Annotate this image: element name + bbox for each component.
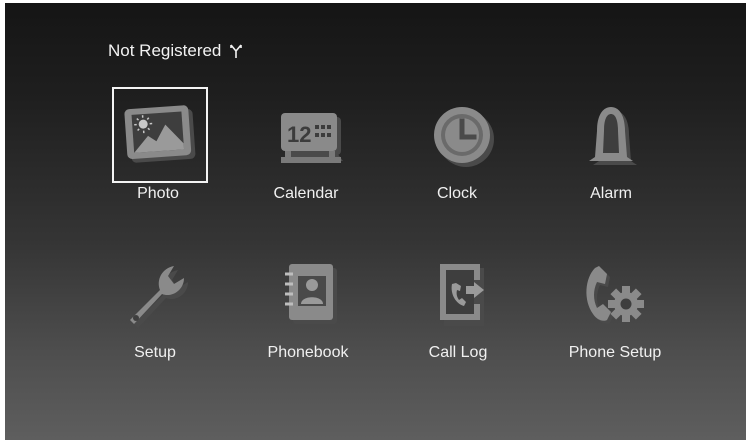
menu-item-label: Photo — [137, 185, 179, 202]
menu-item-alarm[interactable]: Alarm — [528, 87, 678, 215]
clock-icon — [422, 95, 502, 175]
wrench-icon — [120, 254, 200, 334]
menu-item-label: Call Log — [428, 344, 488, 361]
calendar-icon: 12 — [271, 95, 351, 175]
menu-item-phone-setup[interactable]: Phone Setup — [528, 246, 678, 374]
antenna-icon — [229, 43, 243, 59]
menu-item-label: Phonebook — [267, 344, 349, 361]
menu-item-label: Clock — [436, 185, 477, 202]
call-log-icon — [422, 254, 502, 334]
menu-item-phonebook[interactable]: Phonebook — [226, 246, 376, 374]
menu-item-setup[interactable]: Setup — [75, 246, 225, 374]
status-bar: Not Registered — [108, 39, 243, 63]
registration-status: Not Registered — [108, 41, 222, 60]
menu-item-label: Calendar — [273, 185, 339, 202]
menu-item-label: Phone Setup — [568, 344, 662, 361]
phone-gear-icon — [573, 254, 653, 334]
menu-item-calendar[interactable]: 12 Calendar — [226, 87, 376, 215]
menu-item-label: Setup — [134, 344, 176, 361]
alarm-bell-icon — [573, 95, 653, 175]
menu-item-label: Alarm — [590, 185, 632, 202]
menu-item-clock[interactable]: Clock — [377, 87, 527, 215]
main-menu-screen: Not Registered Photo 12 Calendar Clock A… — [5, 3, 746, 440]
menu-item-photo[interactable]: Photo — [75, 87, 225, 215]
phonebook-icon — [271, 254, 351, 334]
menu-item-call-log[interactable]: Call Log — [377, 246, 527, 374]
calendar-icon-text: 12 — [287, 122, 311, 147]
photo-icon — [120, 95, 200, 175]
